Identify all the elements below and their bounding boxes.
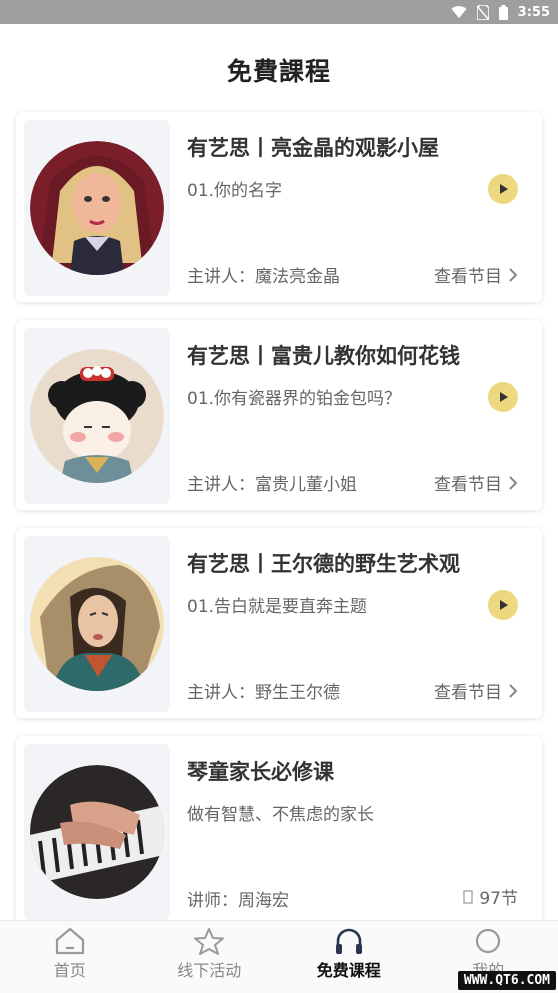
wifi-icon	[451, 5, 467, 19]
status-bar: 3:55	[0, 0, 558, 24]
play-button[interactable]	[488, 590, 518, 620]
course-card[interactable]: 有艺思丨亮金晶的观影小屋 01.你的名字 主讲人：魔法亮金晶 查看节目	[16, 112, 542, 302]
course-thumbnail	[24, 120, 170, 296]
episode-title: 01.你有瓷器界的铂金包吗？	[187, 384, 401, 409]
course-title: 有艺思丨王尔德的野生艺术观	[187, 548, 460, 578]
host-name: 主讲人：野生王尔德	[187, 678, 340, 703]
clock: 3:55	[518, 5, 550, 20]
course-card[interactable]: 琴童家长必修课 做有智慧、不焦虑的家长 讲师：周海宏 97节	[16, 736, 542, 926]
host-name: 主讲人：魔法亮金晶	[187, 262, 340, 287]
course-subtitle: 做有智慧、不焦虑的家长	[187, 800, 374, 825]
tab-label: 首页	[54, 957, 86, 981]
play-icon	[497, 183, 509, 195]
view-program-link[interactable]: 查看节目	[434, 678, 518, 703]
view-program-link[interactable]: 查看节目	[434, 262, 518, 287]
episode-count-label: 97节	[479, 884, 518, 909]
chevron-right-icon	[508, 267, 518, 283]
host-name: 主讲人：富贵儿董小姐	[187, 470, 357, 495]
play-icon	[497, 599, 509, 611]
play-icon	[497, 391, 509, 403]
view-program-label: 查看节目	[434, 262, 502, 287]
tab-home[interactable]: 首页	[0, 921, 140, 993]
view-program-label: 查看节目	[434, 470, 502, 495]
site-watermark: WWW.QT6.COM	[458, 971, 556, 990]
play-button[interactable]	[488, 174, 518, 204]
tab-label: 免费课程	[317, 957, 381, 981]
lecturer-name: 讲师：周海宏	[187, 886, 289, 911]
home-icon	[54, 927, 86, 955]
episode-title: 01.你的名字	[187, 176, 282, 201]
chevron-right-icon	[508, 683, 518, 699]
view-program-label: 查看节目	[434, 678, 502, 703]
episode-count: 97节	[463, 884, 518, 909]
tab-free-courses[interactable]: 免费课程	[279, 921, 419, 993]
course-cover-image	[30, 557, 164, 691]
course-card[interactable]: 有艺思丨富贵儿教你如何花钱 01.你有瓷器界的铂金包吗？ 主讲人：富贵儿董小姐 …	[16, 320, 542, 510]
tab-offline-events[interactable]: 线下活动	[140, 921, 280, 993]
course-cover-image	[30, 349, 164, 483]
course-thumbnail	[24, 328, 170, 504]
course-thumbnail	[24, 744, 170, 920]
course-thumbnail	[24, 536, 170, 712]
profile-icon	[472, 927, 504, 955]
headphones-icon	[333, 927, 365, 955]
course-title: 琴童家长必修课	[187, 756, 334, 786]
battery-icon	[499, 5, 508, 20]
page-title: 免費課程	[0, 52, 558, 88]
star-icon	[193, 927, 225, 955]
course-title: 有艺思丨富贵儿教你如何花钱	[187, 340, 460, 370]
play-button[interactable]	[488, 382, 518, 412]
view-program-link[interactable]: 查看节目	[434, 470, 518, 495]
course-card[interactable]: 有艺思丨王尔德的野生艺术观 01.告白就是要直奔主题 主讲人：野生王尔德 查看节…	[16, 528, 542, 718]
document-icon	[463, 890, 473, 904]
no-sim-icon	[477, 5, 489, 20]
tab-label: 线下活动	[177, 957, 241, 981]
episode-title: 01.告白就是要直奔主题	[187, 592, 367, 617]
course-cover-image	[30, 141, 164, 275]
course-title: 有艺思丨亮金晶的观影小屋	[187, 132, 439, 162]
chevron-right-icon	[508, 475, 518, 491]
course-cover-image	[30, 765, 164, 899]
